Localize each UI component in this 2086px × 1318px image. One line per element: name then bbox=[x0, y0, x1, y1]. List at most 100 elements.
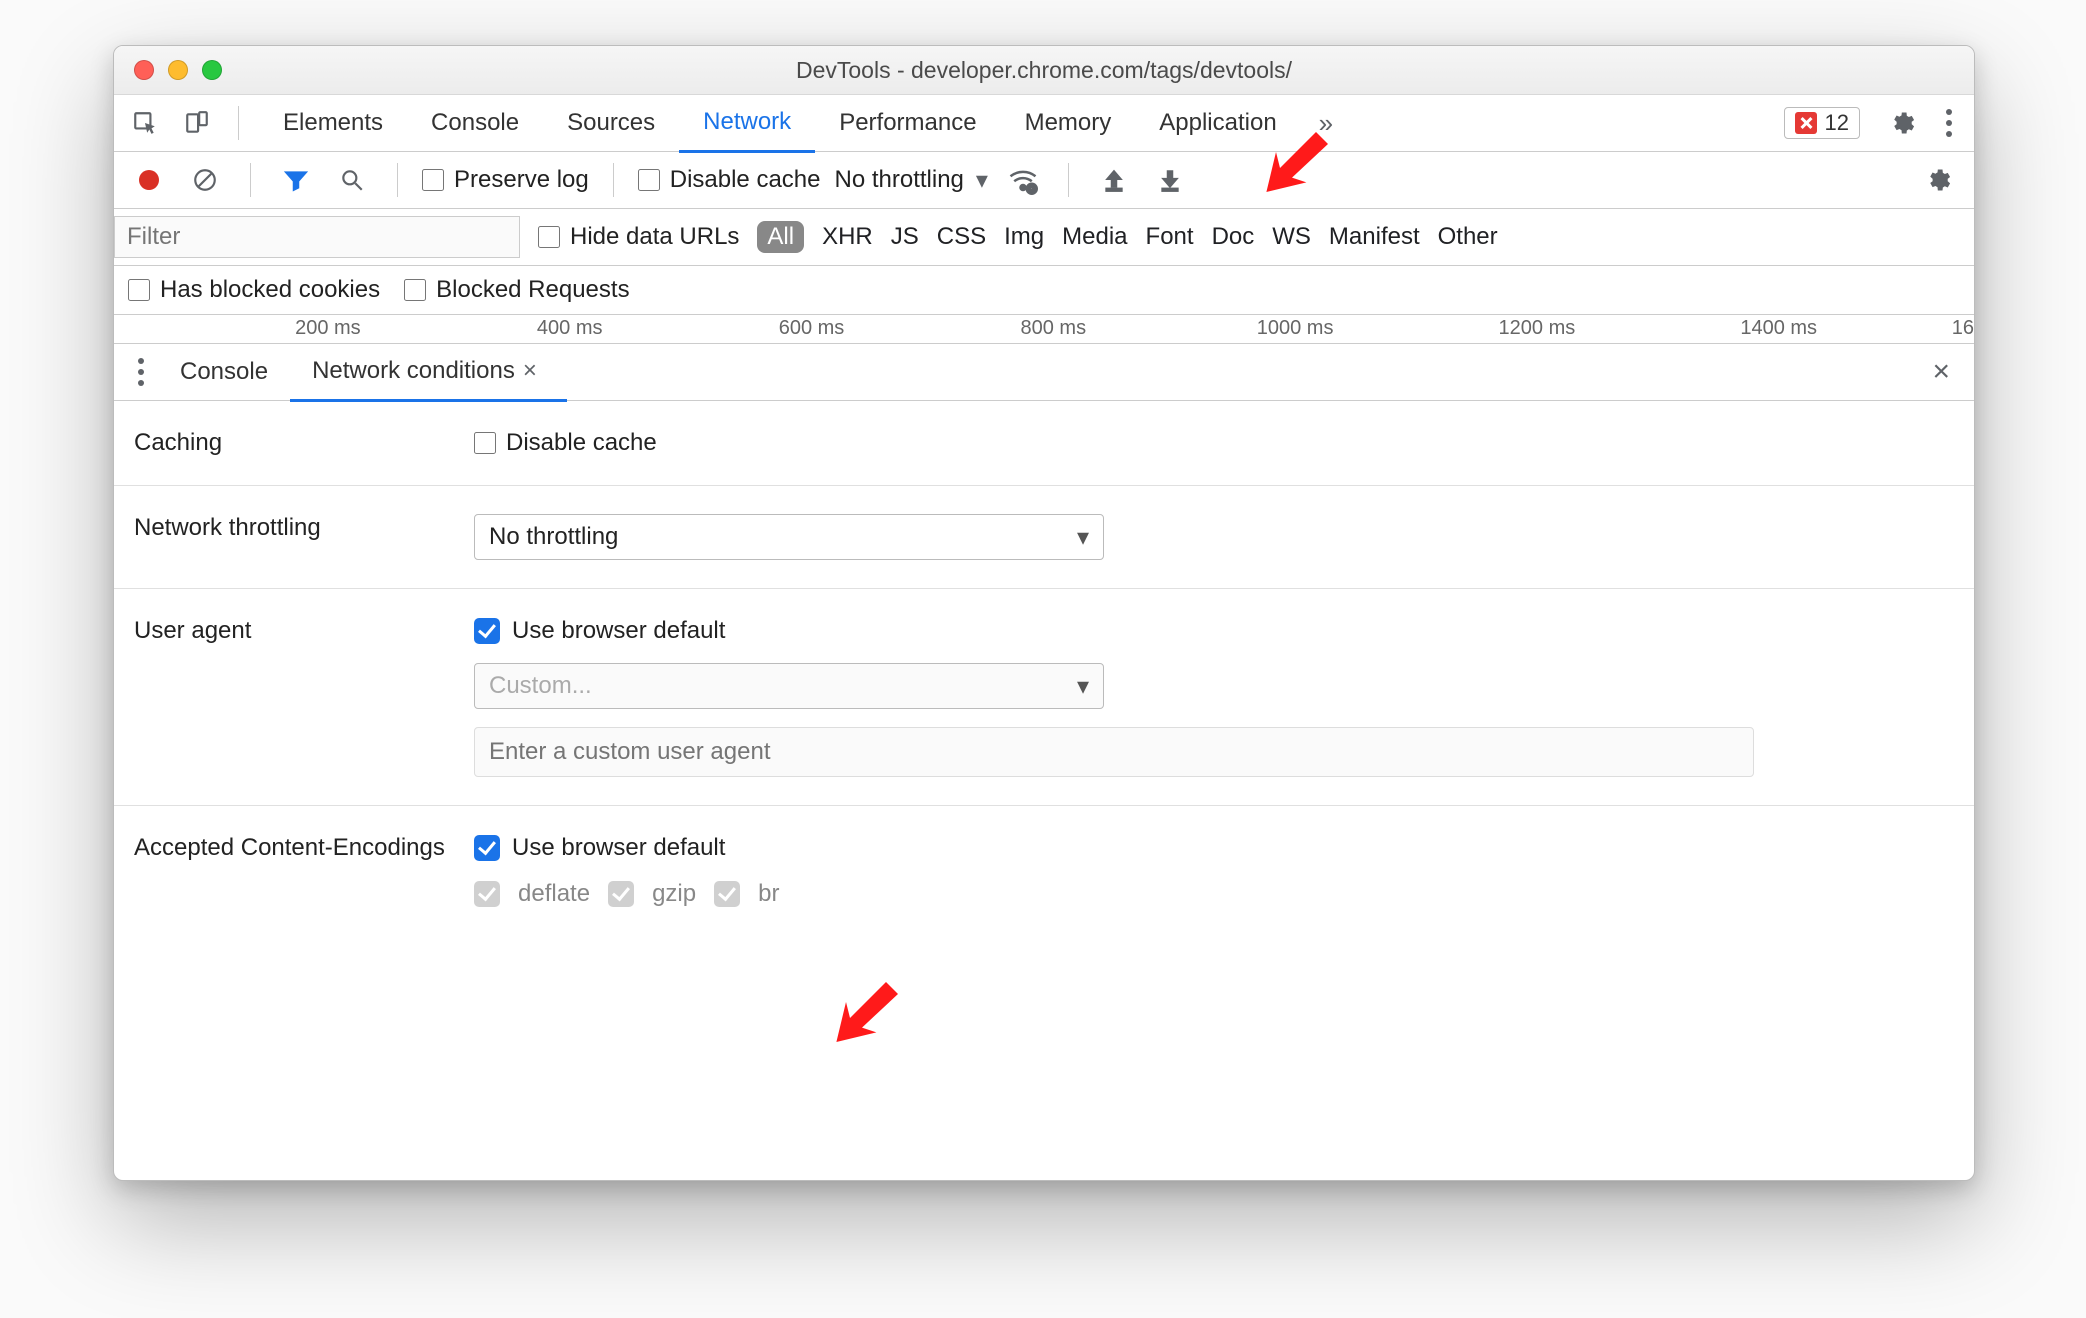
filter-type-manifest[interactable]: Manifest bbox=[1329, 223, 1420, 251]
throttling-select[interactable]: No throttling ▾ bbox=[834, 166, 987, 195]
tab-network[interactable]: Network bbox=[679, 94, 815, 153]
encoding-gzip: gzip bbox=[652, 880, 696, 908]
settings-icon[interactable] bbox=[1882, 102, 1924, 144]
preserve-log-label: Preserve log bbox=[454, 166, 589, 194]
drawer-tab-console[interactable]: Console bbox=[158, 344, 290, 400]
tab-memory[interactable]: Memory bbox=[1001, 95, 1136, 151]
filter-row-secondary: Has blocked cookies Blocked Requests bbox=[114, 266, 1974, 315]
checkbox-checked-icon bbox=[474, 618, 500, 644]
kebab-menu-icon[interactable] bbox=[1934, 109, 1964, 137]
checkbox-disabled-icon bbox=[608, 881, 634, 907]
filter-type-font[interactable]: Font bbox=[1146, 223, 1194, 251]
throttling-value: No throttling bbox=[834, 166, 963, 194]
tab-performance[interactable]: Performance bbox=[815, 95, 1000, 151]
close-tab-icon[interactable]: × bbox=[515, 357, 545, 385]
network-conditions-icon[interactable] bbox=[1002, 159, 1044, 201]
divider bbox=[613, 163, 614, 197]
encodings-use-default-checkbox[interactable]: Use browser default bbox=[474, 834, 1954, 862]
network-toolbar: Preserve log Disable cache No throttling… bbox=[114, 152, 1974, 209]
filter-toggle-icon[interactable] bbox=[275, 159, 317, 201]
divider bbox=[238, 106, 239, 140]
clear-log-icon[interactable] bbox=[184, 159, 226, 201]
checkbox-disabled-icon bbox=[474, 881, 500, 907]
divider bbox=[250, 163, 251, 197]
filter-type-xhr[interactable]: XHR bbox=[822, 223, 873, 251]
network-conditions-panel: Caching Disable cache Network throttling… bbox=[114, 401, 1974, 936]
timeline-label: 1200 ms bbox=[1499, 317, 1576, 340]
ua-custom-dropdown-value: Custom... bbox=[489, 672, 592, 700]
encodings-options: deflate gzip br bbox=[474, 880, 1954, 908]
ua-use-default-checkbox[interactable]: Use browser default bbox=[474, 617, 1954, 645]
encodings-use-default-label: Use browser default bbox=[512, 834, 725, 862]
filter-input[interactable] bbox=[114, 216, 520, 258]
chevron-down-icon: ▾ bbox=[976, 166, 988, 195]
blocked-requests-label: Blocked Requests bbox=[436, 276, 629, 304]
hide-data-urls-label: Hide data URLs bbox=[570, 223, 739, 251]
throttling-label: Network throttling bbox=[134, 514, 464, 542]
drawer-tab-label: Network conditions bbox=[312, 357, 515, 385]
throttling-dropdown-value: No throttling bbox=[489, 523, 618, 551]
tab-application[interactable]: Application bbox=[1135, 95, 1300, 151]
blocked-requests-checkbox[interactable]: Blocked Requests bbox=[404, 276, 629, 304]
encodings-row: Accepted Content-Encodings Use browser d… bbox=[114, 806, 1974, 936]
caching-label: Caching bbox=[134, 429, 464, 457]
titlebar: DevTools - developer.chrome.com/tags/dev… bbox=[114, 46, 1974, 95]
checkbox-disabled-icon bbox=[714, 881, 740, 907]
filter-all[interactable]: All bbox=[757, 221, 804, 253]
encoding-br: br bbox=[758, 880, 779, 908]
tab-sources[interactable]: Sources bbox=[543, 95, 679, 151]
has-blocked-cookies-checkbox[interactable]: Has blocked cookies bbox=[128, 276, 380, 304]
panel-disable-cache-checkbox[interactable]: Disable cache bbox=[474, 429, 1954, 457]
divider bbox=[397, 163, 398, 197]
timeline-overview[interactable]: 200 ms 400 ms 600 ms 800 ms 1000 ms 1200… bbox=[114, 315, 1974, 344]
user-agent-row: User agent Use browser default Custom...… bbox=[114, 589, 1974, 806]
filter-type-ws[interactable]: WS bbox=[1272, 223, 1311, 251]
has-blocked-cookies-label: Has blocked cookies bbox=[160, 276, 380, 304]
more-tabs-icon[interactable]: » bbox=[1311, 108, 1341, 139]
drawer-tabbar: Console Network conditions × × bbox=[114, 344, 1974, 401]
ua-use-default-label: Use browser default bbox=[512, 617, 725, 645]
error-icon bbox=[1795, 112, 1817, 134]
download-har-icon[interactable] bbox=[1149, 159, 1191, 201]
encoding-deflate: deflate bbox=[518, 880, 590, 908]
preserve-log-checkbox[interactable]: Preserve log bbox=[422, 166, 589, 194]
ua-custom-input bbox=[474, 727, 1754, 777]
close-drawer-icon[interactable]: × bbox=[1918, 355, 1964, 389]
filter-type-img[interactable]: Img bbox=[1004, 223, 1044, 251]
error-badge[interactable]: 12 bbox=[1784, 107, 1860, 139]
ua-custom-dropdown: Custom... ▾ bbox=[474, 663, 1104, 709]
drawer-menu-icon[interactable] bbox=[124, 358, 158, 386]
timeline-label: 200 ms bbox=[295, 317, 361, 340]
upload-har-icon[interactable] bbox=[1093, 159, 1135, 201]
devtools-tabbar: Elements Console Sources Network Perform… bbox=[114, 95, 1974, 152]
disable-cache-checkbox[interactable]: Disable cache bbox=[638, 166, 821, 194]
inspect-element-icon[interactable] bbox=[124, 102, 166, 144]
search-icon[interactable] bbox=[331, 159, 373, 201]
divider bbox=[1068, 163, 1069, 197]
tab-elements[interactable]: Elements bbox=[259, 95, 407, 151]
panel-disable-cache-label: Disable cache bbox=[506, 429, 657, 457]
hide-data-urls-checkbox[interactable]: Hide data URLs bbox=[538, 223, 739, 251]
drawer-tab-network-conditions[interactable]: Network conditions × bbox=[290, 343, 567, 402]
devtools-window: DevTools - developer.chrome.com/tags/dev… bbox=[113, 45, 1975, 1181]
toggle-device-toolbar-icon[interactable] bbox=[176, 102, 218, 144]
filter-type-media[interactable]: Media bbox=[1062, 223, 1127, 251]
window-title: DevTools - developer.chrome.com/tags/dev… bbox=[114, 57, 1974, 84]
filter-type-css[interactable]: CSS bbox=[937, 223, 986, 251]
network-settings-icon[interactable] bbox=[1918, 159, 1960, 201]
timeline-label: 1000 ms bbox=[1257, 317, 1334, 340]
encodings-label: Accepted Content-Encodings bbox=[134, 834, 464, 862]
user-agent-label: User agent bbox=[134, 617, 464, 645]
timeline-label: 1400 ms bbox=[1740, 317, 1817, 340]
timeline-label: 400 ms bbox=[537, 317, 603, 340]
error-count: 12 bbox=[1825, 110, 1849, 136]
timeline-label: 800 ms bbox=[1021, 317, 1087, 340]
throttling-dropdown[interactable]: No throttling ▾ bbox=[474, 514, 1104, 560]
record-button[interactable] bbox=[128, 159, 170, 201]
caching-row: Caching Disable cache bbox=[114, 401, 1974, 486]
tab-console[interactable]: Console bbox=[407, 95, 543, 151]
filter-type-other[interactable]: Other bbox=[1438, 223, 1498, 251]
filter-type-doc[interactable]: Doc bbox=[1212, 223, 1255, 251]
main-tabs: Elements Console Sources Network Perform… bbox=[259, 95, 1301, 151]
filter-type-js[interactable]: JS bbox=[891, 223, 919, 251]
